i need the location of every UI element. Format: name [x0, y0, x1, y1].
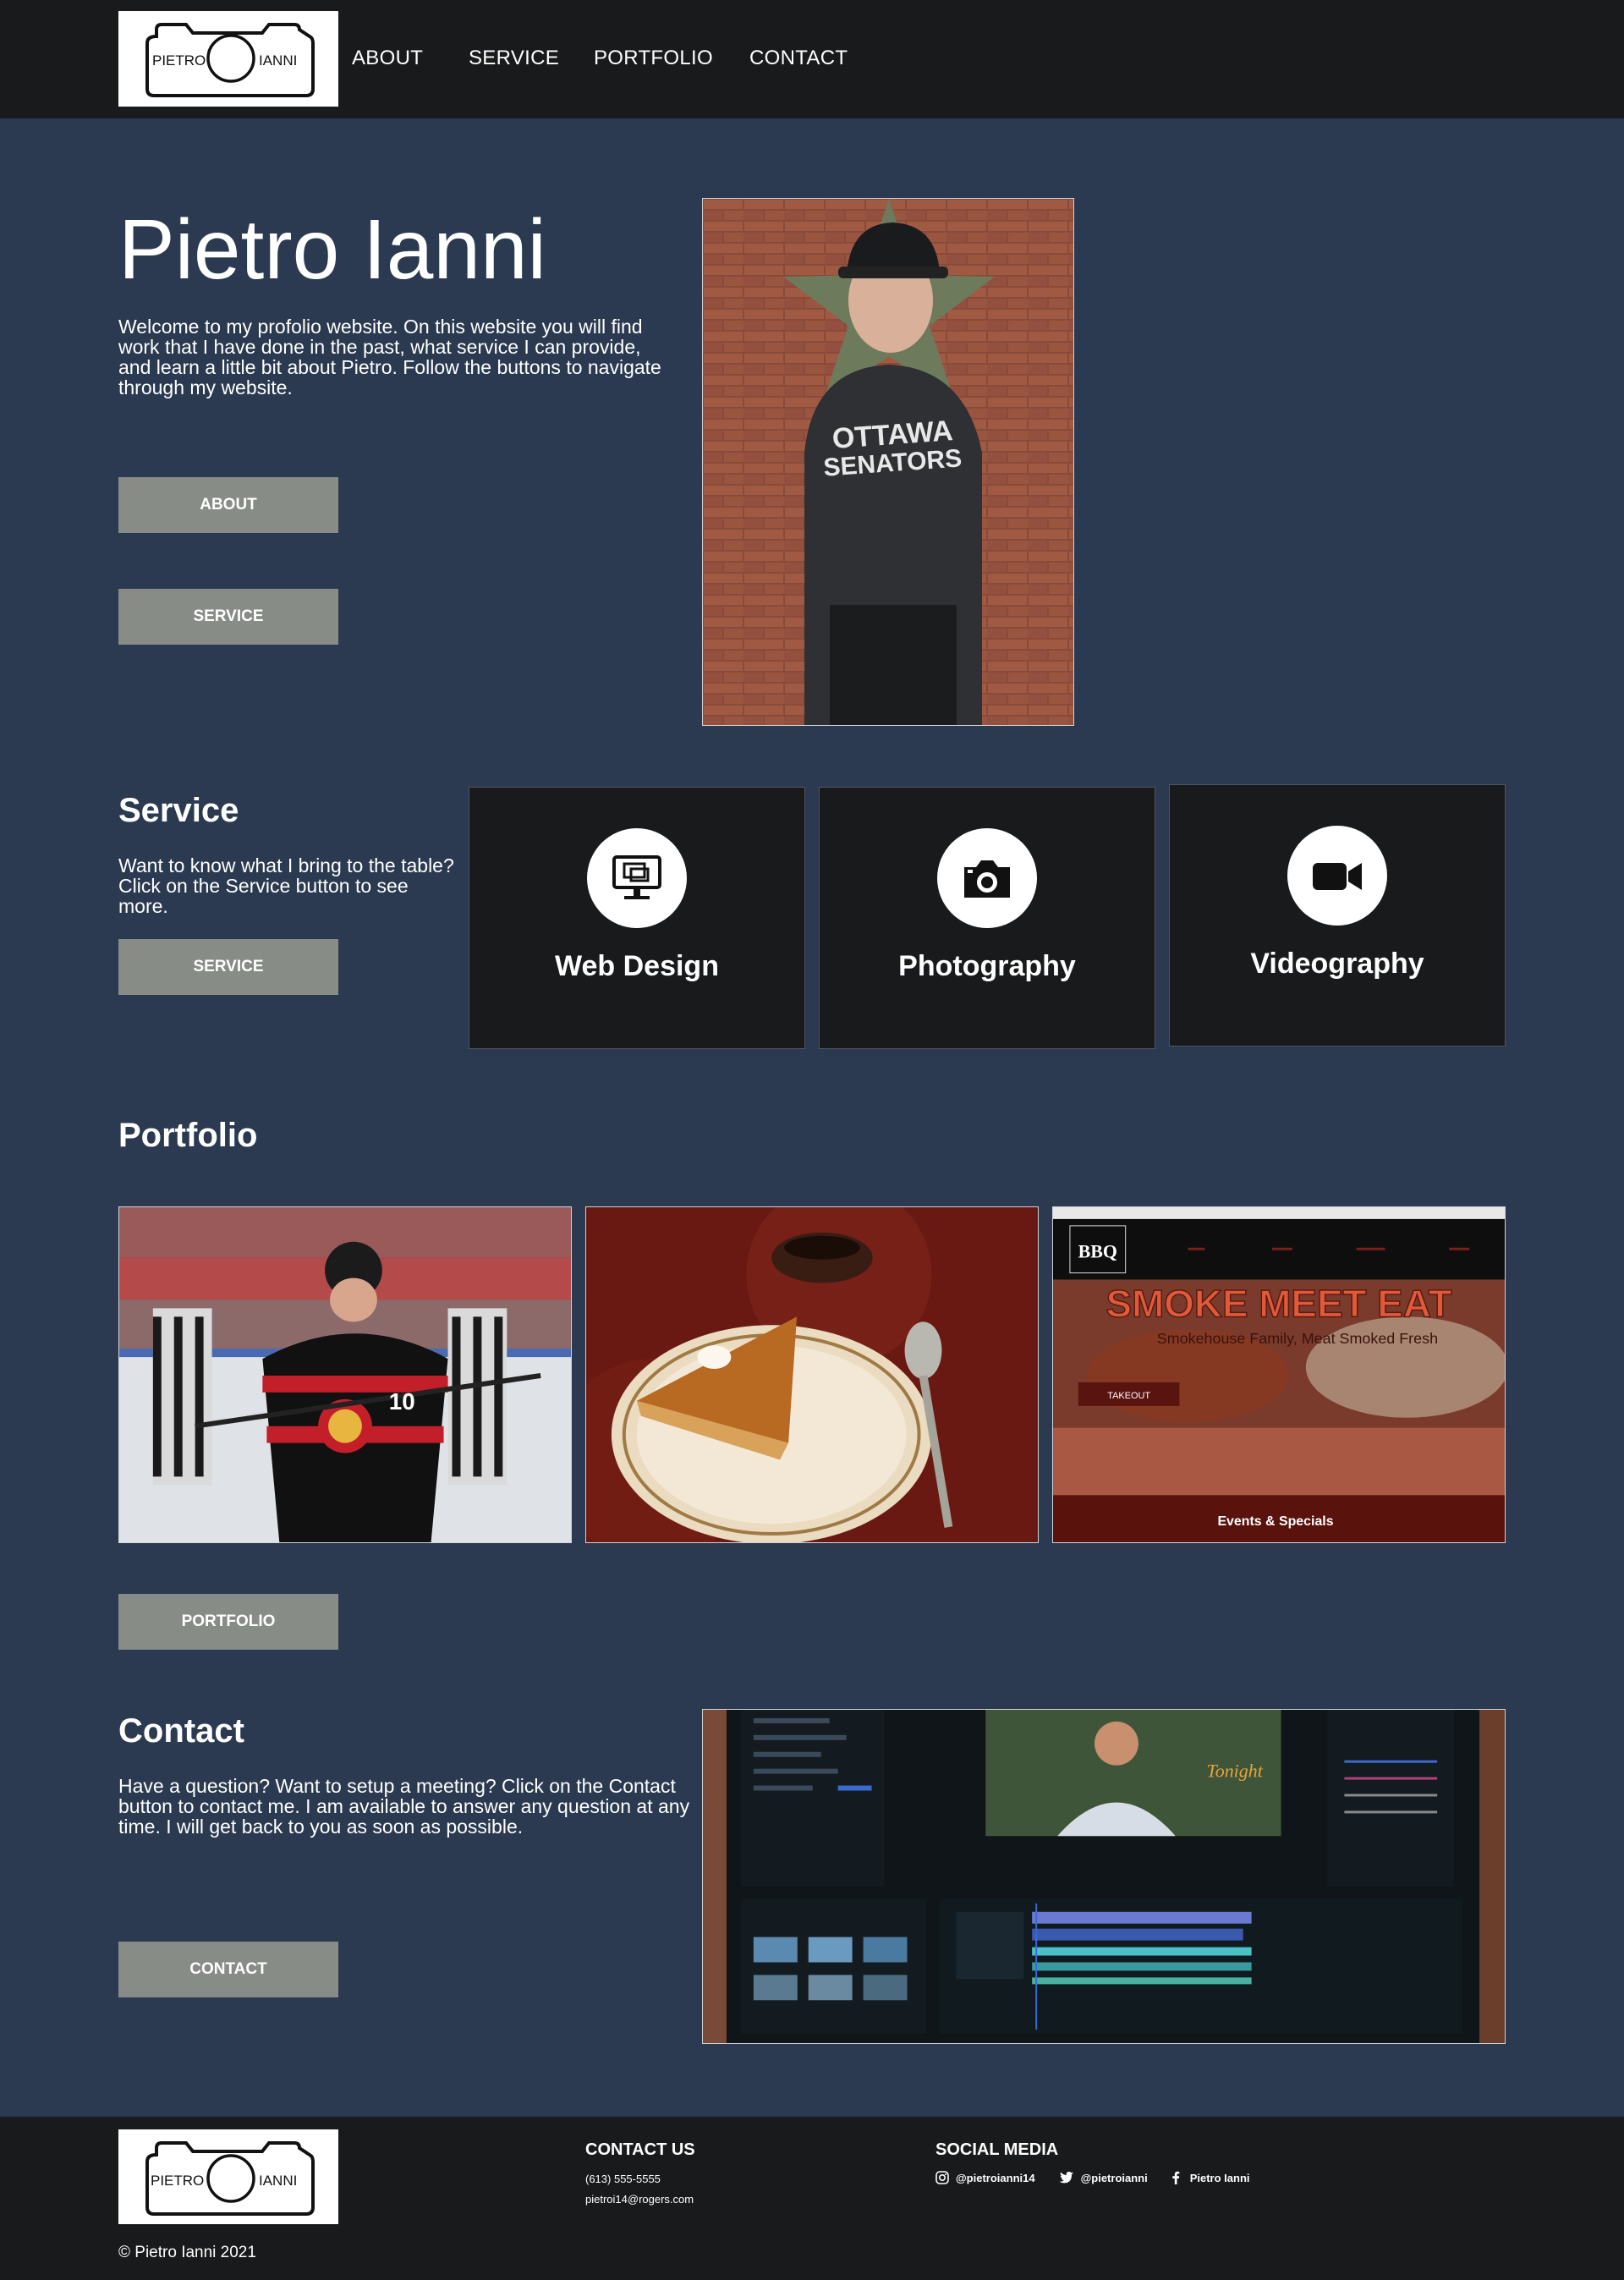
hockey-photo: 10 — [119, 1207, 571, 1542]
contact-text: Have a question? Want to setup a meeting… — [118, 1775, 690, 1838]
site-header: PIETRO IANNI ABOUT SERVICE PORTFOLIO CON… — [0, 0, 1624, 118]
twitter-icon — [1059, 2172, 1073, 2184]
video-camera-icon — [1287, 826, 1387, 926]
profile-photo: OTTAWA SENATORS — [702, 198, 1074, 726]
portfolio-item-hockey[interactable]: 10 — [118, 1206, 572, 1543]
portfolio-item-bbq-website[interactable]: BBQ SMOKE MEET EAT Smokehouse Family, Me… — [1052, 1206, 1506, 1543]
portfolio-button[interactable]: PORTFOLIO — [118, 1594, 338, 1650]
nav-contact[interactable]: CONTACT — [749, 47, 848, 70]
jersey-number: 10 — [389, 1388, 415, 1415]
copyright-text: © Pietro Ianni 2021 — [118, 2244, 256, 2261]
logo-text-right: IANNI — [259, 52, 297, 69]
bbq-events-label: Events & Specials — [1217, 1514, 1333, 1529]
instagram-link[interactable]: @pietroianni14 — [935, 2171, 1035, 2184]
video-editing-photo: Tonight — [702, 1709, 1506, 2044]
nav-portfolio[interactable]: PORTFOLIO — [594, 47, 713, 70]
bbq-takeout-button: TAKEOUT — [1107, 1391, 1150, 1401]
bbq-headline: SMOKE MEET EAT — [1106, 1282, 1452, 1325]
camera-icon-svg — [964, 860, 1010, 898]
hero-intro-text: Welcome to my profolio website. On this … — [118, 316, 661, 398]
footer-logo[interactable]: PIETRO IANNI — [118, 2129, 338, 2224]
service-card-label: Web Design — [555, 950, 719, 982]
logo-text-right: IANNI — [259, 2173, 297, 2189]
service-card-label: Videography — [1250, 948, 1424, 980]
camera-logo-icon: PIETRO IANNI — [145, 2141, 315, 2216]
monitor-icon — [587, 828, 687, 928]
footer-email[interactable]: pietroi14@rogers.com — [585, 2193, 694, 2206]
about-button[interactable]: ABOUT — [118, 477, 338, 533]
footer-contact-heading: CONTACT US — [585, 2140, 695, 2159]
service-card-web-design[interactable]: Web Design — [469, 787, 805, 1049]
facebook-icon — [1172, 2171, 1180, 2184]
portfolio-title: Portfolio — [118, 1117, 258, 1154]
bbq-website-screenshot: BBQ SMOKE MEET EAT Smokehouse Family, Me… — [1053, 1207, 1505, 1542]
logo-text-left: PIETRO — [151, 2173, 204, 2189]
service-button[interactable]: SERVICE — [118, 939, 338, 995]
video-camera-icon-svg — [1313, 863, 1362, 890]
footer-phone[interactable]: (613) 555-5555 — [585, 2173, 661, 2185]
monitor-icon-svg — [612, 855, 661, 899]
social-links: @pietroianni14 @pietroianni Pietro Ianni — [935, 2171, 1250, 2184]
bbq-logo-text: BBQ — [1078, 1241, 1117, 1262]
instagram-icon — [935, 2171, 949, 2184]
twitter-handle: @pietroianni — [1080, 2171, 1148, 2184]
service-button-hero[interactable]: SERVICE — [118, 589, 338, 645]
facebook-name: Pietro Ianni — [1189, 2171, 1250, 2184]
contact-button[interactable]: CONTACT — [118, 1942, 338, 1997]
camera-logo-icon: PIETRO IANNI — [145, 23, 315, 97]
service-text: Want to know what I bring to the table? … — [118, 854, 454, 917]
hero-title: Pietro Ianni — [118, 202, 546, 297]
instagram-handle: @pietroianni14 — [956, 2171, 1035, 2184]
pie-photo — [586, 1207, 1038, 1542]
service-card-label: Photography — [898, 950, 1076, 982]
facebook-link[interactable]: Pietro Ianni — [1171, 2171, 1250, 2184]
service-card-photography[interactable]: Photography — [819, 787, 1155, 1049]
twitter-link[interactable]: @pietroianni — [1059, 2171, 1148, 2184]
nav-service[interactable]: SERVICE — [469, 47, 559, 70]
footer-social-heading: SOCIAL MEDIA — [935, 2140, 1059, 2159]
profile-photo-illustration: OTTAWA SENATORS — [703, 199, 1073, 725]
video-caption-text: Tonight — [1207, 1761, 1264, 1782]
contact-title: Contact — [118, 1712, 244, 1750]
bbq-subheadline: Smokehouse Family, Meat Smoked Fresh — [1157, 1330, 1438, 1347]
camera-icon — [937, 828, 1037, 928]
logo-text-left: PIETRO — [152, 52, 206, 69]
portfolio-item-pie[interactable] — [585, 1206, 1039, 1543]
video-editor-illustration: Tonight — [703, 1710, 1505, 2043]
site-logo[interactable]: PIETRO IANNI — [118, 11, 338, 107]
site-footer: PIETRO IANNI CONTACT US (613) 555-5555 p… — [0, 2117, 1624, 2280]
nav-about[interactable]: ABOUT — [352, 47, 423, 70]
service-card-videography[interactable]: Videography — [1169, 784, 1506, 1047]
service-title: Service — [118, 792, 239, 829]
